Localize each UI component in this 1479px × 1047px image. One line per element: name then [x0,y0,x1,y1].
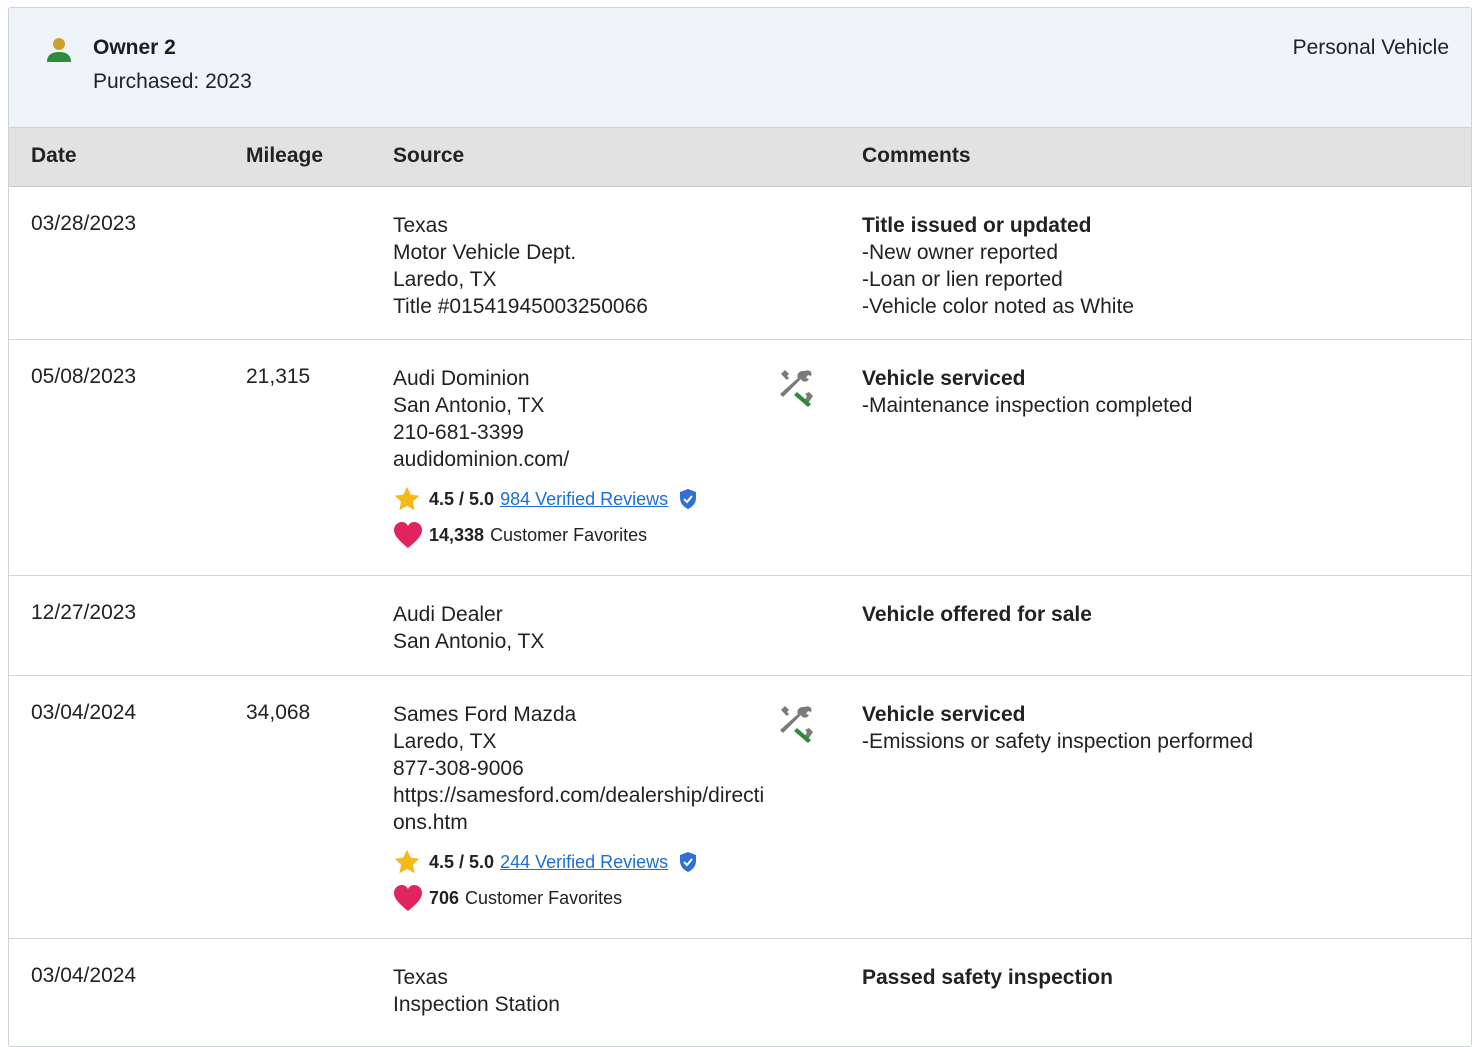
dealer-rating: 4.5 / 5.0 984 Verified Reviews [393,485,773,513]
record-source: Audi Dominion San Antonio, TX 210-681-33… [393,365,773,549]
source-line: 210-681-3399 [393,421,524,444]
comment-title: Title issued or updated [862,214,1092,237]
source-line: Texas [393,214,448,237]
col-comments: Comments [862,144,971,167]
source-line: Sames Ford Mazda [393,703,577,726]
source-line: 877-308-9006 [393,757,524,780]
owner-header: Owner 2 Purchased: 2023 Personal Vehicle [9,8,1471,128]
record-comments: Title issued or updated -New owner repor… [862,212,1134,320]
source-line: San Antonio, TX [393,630,545,653]
owner-history-card: Owner 2 Purchased: 2023 Personal Vehicle… [8,7,1472,1047]
verified-reviews-link[interactable]: 984 Verified Reviews [500,487,668,511]
favorites-label: Customer Favorites [490,525,648,545]
customer-favorites: 706 Customer Favorites [393,884,773,912]
record-comments: Vehicle serviced -Maintenance inspection… [862,365,1192,419]
source-line: San Antonio, TX [393,394,545,417]
record-comments: Vehicle offered for sale [862,601,1092,628]
owner-vehicle-type: Personal Vehicle [1292,36,1449,59]
comment-title: Passed safety inspection [862,966,1113,989]
star-icon [394,849,420,874]
favorites-count: 706 [429,888,460,908]
heart-icon [394,522,422,548]
comment-title: Vehicle serviced [862,703,1026,726]
comment-item: -New owner reported [862,241,1059,264]
source-line: Title #01541945003250066 [393,295,648,318]
record-comments: Vehicle serviced -Emissions or safety in… [862,701,1253,755]
source-line: Inspection Station [393,993,560,1016]
source-line: Motor Vehicle Dept. [393,241,577,264]
record-source: Texas Motor Vehicle Dept. Laredo, TX Tit… [393,212,773,320]
record-comments: Passed safety inspection [862,964,1113,991]
rating-value: 4.5 / 5.0 [429,852,495,872]
table-header: Date Mileage Source Comments [9,128,1471,187]
heart-icon [394,885,422,911]
col-source: Source [393,144,465,167]
source-line: https://samesford.com/dealership/directi… [393,784,765,834]
dealer-rating: 4.5 / 5.0 244 Verified Reviews [393,848,773,876]
table-row: 03/04/2024 34,068 Sames Ford Mazda Lared… [9,676,1471,939]
record-source: Texas Inspection Station [393,964,773,1018]
verified-shield-icon [680,489,697,509]
service-tools-icon [780,370,813,407]
table-row: 03/28/2023 Texas Motor Vehicle Dept. Lar… [9,187,1471,340]
record-date: 12/27/2023 [31,601,137,624]
table-row: 12/27/2023 Audi Dealer San Antonio, TX V… [9,576,1471,676]
table-row: 05/08/2023 21,315 Audi Dominion San Anto… [9,340,1471,576]
comment-title: Vehicle serviced [862,367,1026,390]
col-mileage: Mileage [246,144,324,167]
source-line: Laredo, TX [393,730,497,753]
star-icon [394,486,420,511]
record-source: Audi Dealer San Antonio, TX [393,601,773,655]
source-line: Texas [393,966,448,989]
source-line: Laredo, TX [393,268,497,291]
verified-shield-icon [680,852,697,872]
table-row: 03/04/2024 Texas Inspection Station Pass… [9,939,1471,1046]
favorites-label: Customer Favorites [465,888,623,908]
owner-purchased: Purchased: 2023 [93,70,252,93]
comment-title: Vehicle offered for sale [862,603,1092,626]
verified-reviews-link[interactable]: 244 Verified Reviews [500,850,668,874]
comment-item: -Loan or lien reported [862,268,1063,291]
favorites-count: 14,338 [429,525,485,545]
service-tools-icon [780,706,813,743]
record-date: 03/04/2024 [31,701,137,724]
record-mileage: 34,068 [246,701,311,724]
source-line: Audi Dealer [393,603,503,626]
record-source: Sames Ford Mazda Laredo, TX 877-308-9006… [393,701,773,912]
record-date: 03/28/2023 [31,212,137,235]
person-icon [47,38,71,62]
rating-value: 4.5 / 5.0 [429,489,495,509]
record-date: 05/08/2023 [31,365,137,388]
comment-item: -Maintenance inspection completed [862,394,1193,417]
customer-favorites: 14,338 Customer Favorites [393,521,773,549]
source-line: Audi Dominion [393,367,530,390]
record-mileage: 21,315 [246,365,311,388]
record-date: 03/04/2024 [31,964,137,987]
col-date: Date [31,144,77,167]
comment-item: -Vehicle color noted as White [862,295,1134,318]
source-line: audidominion.com/ [393,448,570,471]
comment-item: -Emissions or safety inspection performe… [862,730,1253,753]
owner-name: Owner 2 [93,36,176,59]
